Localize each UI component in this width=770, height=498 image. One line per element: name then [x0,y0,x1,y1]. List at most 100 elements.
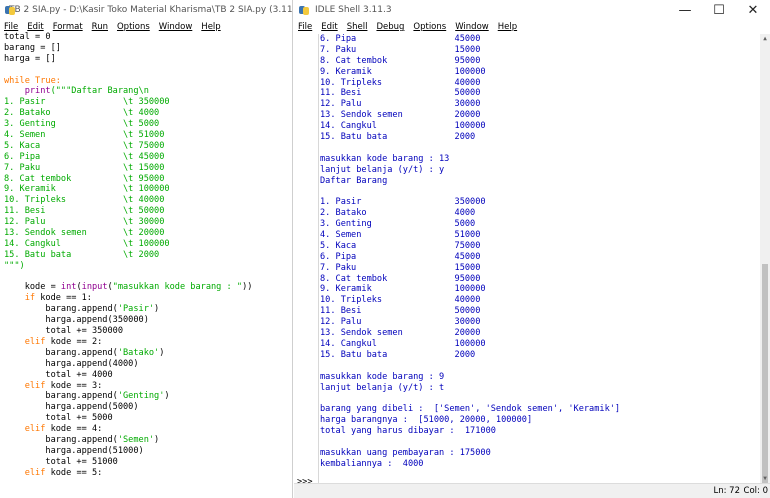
scrollbar-thumb[interactable] [762,264,768,484]
shell-titlebar[interactable]: IDLE Shell 3.11.3 — ☐ ✕ [294,0,770,20]
code-token: ) [164,391,170,402]
minimize-icon[interactable]: — [668,3,702,18]
code-line: barang = [] [4,43,292,54]
code-line: 11. Besi \t 50000 [4,206,292,217]
editor-code-area[interactable]: total = 0 barang = [] harga = [] while True… [4,32,292,498]
shell-output-line: 6. Pipa 45000 [320,34,481,44]
shell-output-line: 10. Tripleks 40000 [320,295,481,306]
shell-title: IDLE Shell 3.11.3 [315,5,392,15]
shell-output-line: Daftar Barang [320,175,388,186]
code-line: total += 350000 [4,326,292,337]
code-token: harga.append(4000) [4,358,139,369]
code-token: 12. Palu \t 30000 [4,217,165,228]
shell-menu-edit[interactable]: Edit [321,22,337,32]
code-line: barang.append('Pasir') [4,304,292,315]
editor-menu-file[interactable]: File [4,22,18,32]
code-token: 15. Batu bata \t 2000 [4,249,160,260]
code-line: 12. Palu \t 30000 [4,217,292,228]
shell-output-line: 7. Paku 15000 [320,44,481,55]
shell-output-line: 9. Keramik 100000 [320,66,486,77]
code-token: barang.append( [4,304,118,315]
code-line: total += 51000 [4,457,292,468]
code-token: ) [154,304,160,315]
code-line: total += 4000 [4,370,292,381]
code-line: barang.append('Batako') [4,348,292,359]
shell-output-line: barang yang dibeli : ['Semen', 'Sendok s… [320,404,621,415]
code-line: 7. Paku \t 15000 [4,163,292,174]
shell-output-area[interactable]: 6. Pipa 45000 7. Paku 15000 8. Cat tembok … [320,34,758,484]
code-token: harga = [] [4,53,56,64]
shell-menu-file[interactable]: File [298,22,312,32]
code-token: 9. Keramik \t 100000 [4,184,170,195]
shell-menu-help[interactable]: Help [498,22,517,32]
editor-menu-format[interactable]: Format [53,22,83,32]
code-line: if kode == 1: [4,293,292,304]
code-line: harga.append(5000) [4,402,292,413]
code-line: elif kode == 3: [4,381,292,392]
code-token: kode == 5: [45,467,103,478]
code-line: harga.append(350000) [4,315,292,326]
code-token: if [24,293,36,304]
shell-scrollbar[interactable]: ▲ ▼ [760,34,770,484]
shell-output-line: 14. Cangkul 100000 [320,338,486,349]
shell-output-line: masukkan kode barang : 13 [320,153,450,164]
code-line: harga.append(4000) [4,359,292,370]
code-token: 8. Cat tembok \t 95000 [4,173,165,184]
shell-menu-options[interactable]: Options [413,22,446,32]
shell-output-line: kembaliannya : 4000 [320,458,424,469]
code-line: 8. Cat tembok \t 95000 [4,174,292,185]
editor-menu-options[interactable]: Options [117,22,150,32]
code-token: 'Genting' [117,391,165,402]
shell-output-line: 8. Cat tembok 95000 [320,55,481,66]
editor-menu-edit[interactable]: Edit [27,22,43,32]
code-token: )) [242,282,253,293]
shell-window: IDLE Shell 3.11.3 — ☐ ✕ File Edit Shell … [294,0,770,498]
code-token: """) [4,260,25,271]
code-line: elif kode == 5: [4,468,292,479]
code-line: elif kode == 4: [4,424,292,435]
code-token: 11. Besi \t 50000 [4,206,165,217]
column-number: Col: 0 [743,486,768,496]
shell-output-line: 15. Batu bata 2000 [320,132,476,143]
shell-output-line: 6. Pipa 45000 [320,251,481,262]
code-token: total += 5000 [4,413,113,424]
code-token: total += 51000 [4,456,118,467]
editor-window: TB 2 SIA.py - D:\Kasir Toko Material Kha… [0,0,293,498]
code-token: harga.append(51000) [4,445,144,456]
shell-menu-shell[interactable]: Shell [347,22,368,32]
python-logo-icon [298,4,310,16]
shell-menu-debug[interactable]: Debug [376,22,404,32]
shell-menu-window[interactable]: Window [455,22,489,32]
shell-output-line: masukkan uang pembayaran : 175000 [320,447,491,458]
code-line: 9. Keramik \t 100000 [4,184,292,195]
shell-output-line: 12. Palu 30000 [320,99,481,110]
code-line: 10. Tripleks \t 40000 [4,195,292,206]
scroll-up-icon[interactable]: ▲ [760,34,770,44]
code-line: 5. Kaca \t 75000 [4,141,292,152]
code-token: kode == 4: [45,424,103,435]
maximize-icon[interactable]: ☐ [702,3,736,18]
editor-menu-help[interactable]: Help [201,22,220,32]
close-icon[interactable]: ✕ [736,3,770,18]
code-token: kode == 1: [35,293,92,304]
code-line: elif kode == 2: [4,337,292,348]
editor-menu-window[interactable]: Window [159,22,193,32]
code-line: harga = [] [4,54,292,65]
shell-output-line: 14. Cangkul 100000 [320,121,486,132]
code-token: 10. Tripleks \t 40000 [4,195,165,206]
code-line: 14. Cangkul \t 100000 [4,239,292,250]
code-token: barang.append( [4,434,118,445]
code-token: kode == 2: [45,336,103,347]
code-line: barang.append('Genting') [4,391,292,402]
shell-output-line: 1. Pasir 350000 [320,197,486,208]
window-controls: — ☐ ✕ [668,3,770,18]
editor-menu-run[interactable]: Run [92,22,108,32]
editor-titlebar[interactable]: TB 2 SIA.py - D:\Kasir Toko Material Kha… [0,0,292,20]
code-line: 15. Batu bata \t 2000 [4,250,292,261]
code-line: 3. Genting \t 5000 [4,119,292,130]
